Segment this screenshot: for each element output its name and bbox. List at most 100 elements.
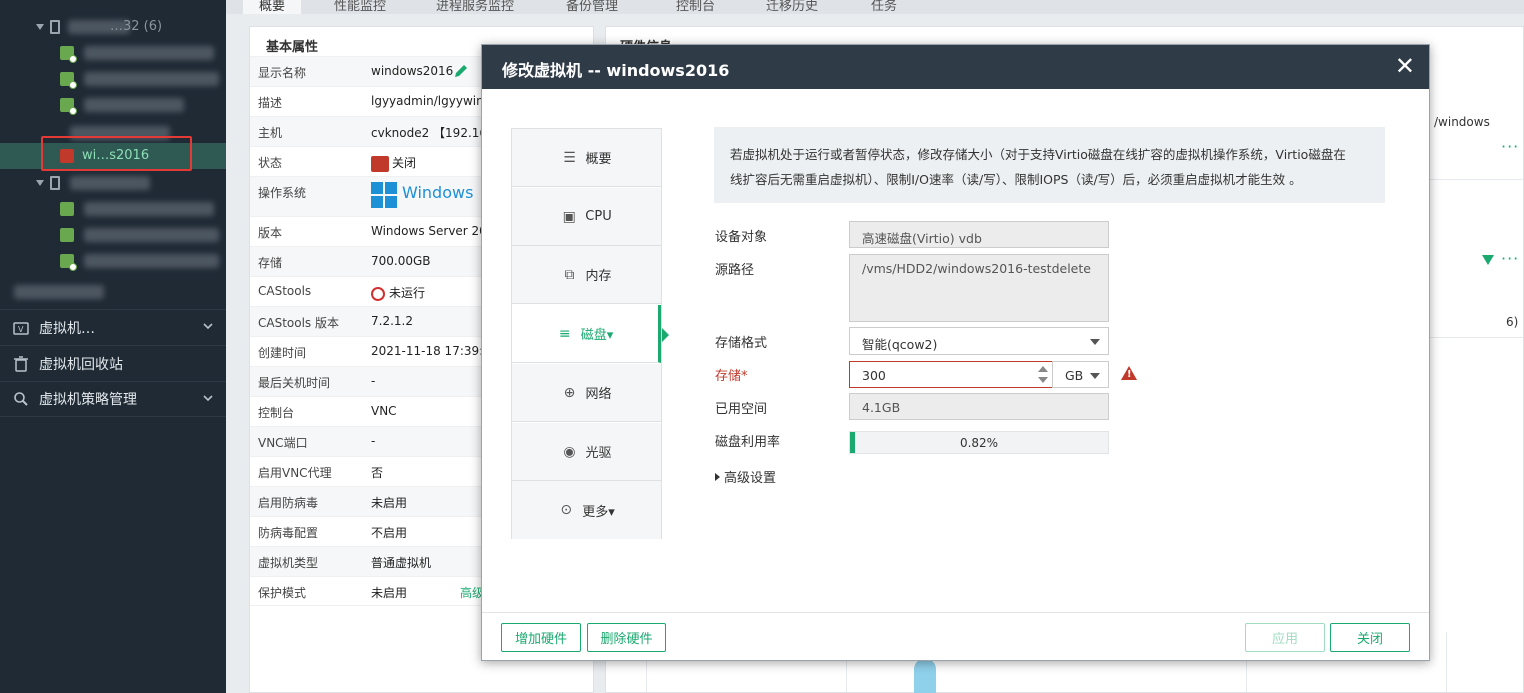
redacted-text [70, 176, 150, 190]
panel-title: 基本属性 [266, 40, 319, 55]
vm-running-icon [60, 72, 77, 89]
size-unit-select[interactable]: GB [1052, 361, 1109, 388]
gridline [1446, 632, 1447, 692]
tab-migration-history[interactable]: 迁移历史 [766, 0, 818, 14]
spin-down-icon[interactable] [1038, 377, 1048, 383]
chevron-down-icon [1090, 373, 1100, 379]
caret-right-icon [715, 473, 720, 481]
prop-label: 操作系统 [258, 186, 307, 200]
globe-icon: ⊕ [563, 384, 576, 401]
nav-vm-templates[interactable]: V 虚拟机… [0, 309, 226, 345]
tab-console[interactable]: 控制台 [676, 0, 715, 14]
prop-label: 版本 [258, 226, 283, 240]
more-dots-icon[interactable]: ··· [1501, 249, 1519, 268]
edit-vm-dialog: 修改虚拟机 -- windows2016 ✕ ☰ 概要 ▣ CPU ⧉ 内存 ≡… [481, 44, 1430, 661]
warning-icon: ! [1121, 366, 1137, 380]
close-icon[interactable]: ✕ [1395, 54, 1415, 78]
prop-label: 存储 [258, 256, 283, 270]
tab-process-monitor[interactable]: 进程服务监控 [436, 0, 514, 14]
chevron-down-icon[interactable] [202, 320, 214, 335]
prop-value: 2021-11-18 17:39:05 [371, 344, 499, 358]
prop-label: 最后关机时间 [258, 376, 331, 390]
highlight-box [41, 136, 192, 171]
vm-stopped-icon [371, 155, 389, 172]
advanced-settings-toggle[interactable]: 高级设置 [715, 467, 776, 486]
filter-icon[interactable] [1482, 255, 1494, 265]
prop-label: CAStools 版本 [258, 316, 339, 330]
cpu-icon: ▣ [562, 208, 576, 225]
prop-value: cvknode2 【192.160 [371, 126, 495, 140]
list-icon: ☰ [563, 149, 576, 166]
tab-disk[interactable]: ≡ 磁盘▾ [512, 305, 661, 363]
tab-network[interactable]: ⊕ 网络 [512, 364, 661, 422]
tab-label: 概要 [585, 152, 612, 167]
tree-host-row[interactable] [0, 170, 226, 196]
tree-host-row[interactable]: …32 (6) [0, 14, 226, 40]
series-fragment: 6) [1506, 315, 1519, 329]
add-hardware-button[interactable]: 增加硬件 [501, 623, 581, 652]
dialog-title: 修改虚拟机 -- windows2016 [502, 61, 730, 80]
redacted-text [84, 254, 219, 268]
tab-label: 网络 [585, 387, 612, 402]
os-logo-text: Windows [402, 183, 474, 202]
nav-label: 虚拟机回收站 [39, 356, 123, 373]
remove-hardware-button[interactable]: 删除硬件 [587, 623, 666, 652]
progress-text: 0.82% [959, 436, 999, 450]
tab-performance[interactable]: 性能监控 [334, 0, 386, 14]
prop-label: 控制台 [258, 406, 295, 420]
prop-value: 未启用 [371, 586, 408, 600]
prop-label: VNC端口 [258, 436, 308, 450]
tab-label: CPU [585, 209, 612, 224]
tab-label: 光驱 [585, 446, 612, 461]
info-line: 若虚拟机处于运行或者暂停状态，修改存储大小（对于支持Virtio磁盘在线扩容的虚… [730, 147, 1346, 162]
tree-vm-row[interactable] [0, 248, 226, 274]
tree-vm-row[interactable] [0, 222, 226, 248]
selected-value: GB [1065, 368, 1084, 383]
disk-icon: ≡ [558, 325, 571, 342]
selected-value: 智能(qcow2) [862, 337, 938, 352]
spin-up-icon[interactable] [1038, 366, 1048, 372]
edit-pencil-icon[interactable] [453, 63, 469, 82]
close-button[interactable]: 关闭 [1330, 623, 1410, 652]
storage-format-select[interactable]: 智能(qcow2) [849, 327, 1109, 355]
chevron-down-icon[interactable] [202, 392, 214, 407]
tree-vm-row[interactable] [0, 92, 226, 118]
active-tab-indicator [662, 328, 669, 342]
nav-vm-recycle-bin[interactable]: 虚拟机回收站 [0, 345, 226, 381]
more-dots-icon[interactable]: ··· [1501, 137, 1519, 156]
tab-memory[interactable]: ⧉ 内存 [512, 246, 661, 304]
policy-search-icon [13, 391, 29, 407]
tab-cdrom[interactable]: ◉ 光驱 [512, 423, 661, 481]
nav-label: 虚拟机… [39, 320, 95, 337]
vm-running-icon [60, 46, 77, 63]
tree-folder-row[interactable] [0, 279, 226, 305]
prop-label: 创建时间 [258, 346, 307, 360]
svg-text:V: V [18, 325, 24, 334]
expand-caret-icon[interactable] [36, 180, 44, 186]
prop-value: lgyyadmin/lgyywindo [371, 94, 499, 108]
prop-label: 启用VNC代理 [258, 466, 332, 480]
tab-tasks[interactable]: 任务 [871, 0, 897, 14]
top-tabs: 概要 性能监控 进程服务监控 备份管理 控制台 迁移历史 任务 [226, 0, 1524, 14]
disk-usage-label: 磁盘利用率 [715, 435, 781, 450]
nav-vm-policy[interactable]: 虚拟机策略管理 [0, 381, 226, 417]
expand-caret-icon[interactable] [36, 24, 44, 30]
chevron-down-icon [1090, 339, 1100, 345]
tab-backup[interactable]: 备份管理 [566, 0, 618, 14]
apply-button[interactable]: 应用 [1245, 623, 1325, 652]
memory-icon: ⧉ [564, 266, 575, 283]
storage-size-input[interactable]: 300 [849, 361, 1053, 388]
tab-cpu[interactable]: ▣ CPU [512, 188, 661, 246]
tab-overview[interactable]: ☰ 概要 [512, 129, 661, 187]
tree-vm-row[interactable] [0, 40, 226, 66]
prop-label: 启用防病毒 [258, 496, 319, 510]
tree-vm-row[interactable] [0, 66, 226, 92]
tab-overview[interactable]: 概要 [243, 0, 302, 14]
host-count-text: …32 (6) [110, 19, 163, 34]
tab-more[interactable]: ⊙ 更多▾ [512, 481, 661, 539]
prop-label: 描述 [258, 96, 283, 110]
storage-size-label: 存储* [715, 369, 748, 384]
prop-value: Windows Server 201 [371, 224, 495, 238]
tree-vm-row[interactable] [0, 196, 226, 222]
prop-value: 关闭 [371, 154, 416, 172]
